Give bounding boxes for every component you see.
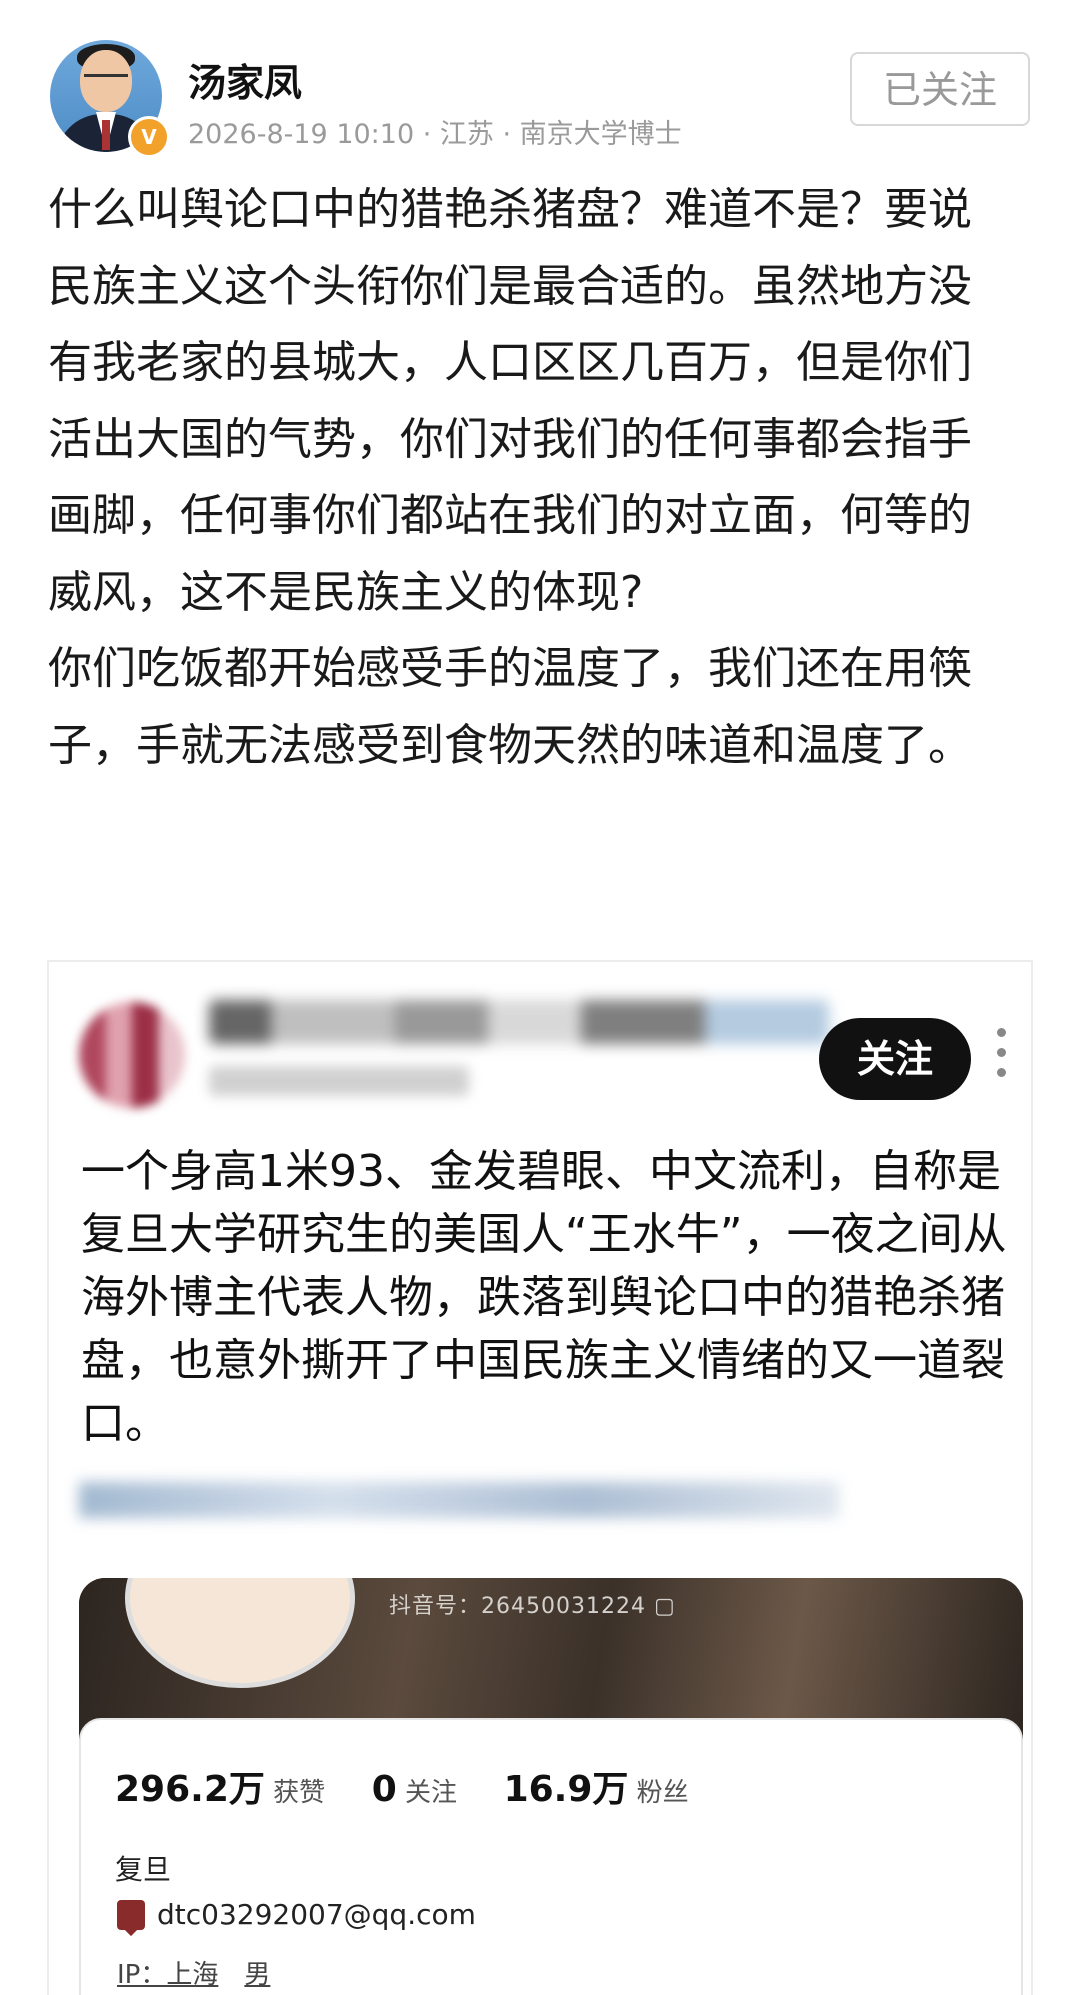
quoted-handle-blurred xyxy=(209,1066,469,1096)
more-options-icon[interactable] xyxy=(995,1028,1007,1088)
likes-label: 获赞 xyxy=(273,1778,326,1808)
mailbox-icon xyxy=(117,1900,145,1930)
quoted-avatar-blurred xyxy=(79,1002,185,1108)
following-label: 关注 xyxy=(405,1778,458,1808)
post-paragraph: 你们吃饭都开始感受手的温度了，我们还在用筷子，手就无法感受到食物天然的味道和温度… xyxy=(48,643,972,771)
fans-label: 粉丝 xyxy=(636,1778,689,1808)
profile-ip: IP：上海 xyxy=(117,1960,219,1990)
following-count: 0 xyxy=(371,1769,397,1810)
quoted-link-blurred xyxy=(79,1482,839,1518)
quoted-text: 一个身高1米93、金发碧眼、中文流利，自称是复旦大学研究生的美国人“王水牛”，一… xyxy=(81,1146,1007,1449)
embedded-profile-screenshot: 抖音号：26450031224 ▢ 296.2万 获赞 0 关注 16.9万 粉… xyxy=(79,1578,1023,1995)
profile-school: 复旦 xyxy=(115,1853,172,1886)
fans-count: 16.9万 xyxy=(503,1769,629,1810)
quoted-follow-button[interactable]: 关注 xyxy=(819,1018,971,1100)
quoted-name-blurred xyxy=(209,1000,829,1044)
likes-count: 296.2万 xyxy=(115,1769,265,1810)
profile-email: dtc03292007@qq.com xyxy=(157,1898,476,1931)
douyin-id: 抖音号：26450031224 ▢ xyxy=(389,1594,676,1619)
verified-badge-icon: V xyxy=(128,116,170,158)
followed-button[interactable]: 已关注 xyxy=(850,52,1030,126)
profile-stats: 296.2万 获赞 0 关注 16.9万 粉丝 xyxy=(115,1760,689,1812)
profile-ip-gender: IP：上海男 xyxy=(117,1954,270,1991)
profile-info-panel: 296.2万 获赞 0 关注 16.9万 粉丝 复旦 dtc03292007@q… xyxy=(79,1718,1023,1995)
profile-gender: 男 xyxy=(244,1960,271,1990)
quoted-image-card[interactable]: 关注 一个身高1米93、金发碧眼、中文流利，自称是复旦大学研究生的美国人“王水牛… xyxy=(47,960,1033,1995)
post-paragraph: 什么叫舆论口中的猎艳杀猪盘？难道不是？要说民族主义这个头衔你们是最合适的。虽然地… xyxy=(48,184,972,618)
post-meta: 2026-8-19 10:10 · 江苏 · 南京大学博士 xyxy=(188,119,682,150)
post-text: 什么叫舆论口中的猎艳杀猪盘？难道不是？要说民族主义这个头衔你们是最合适的。虽然地… xyxy=(48,172,1008,784)
author-name[interactable]: 汤家凤 xyxy=(188,52,302,107)
